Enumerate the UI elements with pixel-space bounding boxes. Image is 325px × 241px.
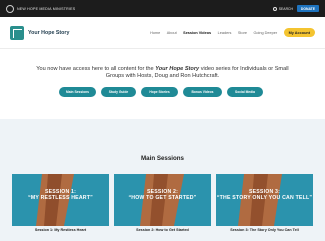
session-1-title: SESSION 1: “MY RESTLESS HEART” <box>12 189 109 202</box>
section-heading: Main Sessions <box>141 155 184 162</box>
my-account-button[interactable]: My Account <box>283 28 315 37</box>
study-guide-button[interactable]: Study Guide <box>101 87 136 97</box>
intro-text: You now have access here to all content … <box>30 66 295 81</box>
nav-item-store[interactable]: Store <box>238 31 247 35</box>
session-2-thumbnail[interactable]: SESSION 2: “HOW TO GET STARTED” <box>114 174 211 226</box>
session-3-number: SESSION 3: <box>248 189 281 195</box>
search-label: SEARCH <box>278 6 293 11</box>
nav-item-leaders[interactable]: Leaders <box>218 31 232 35</box>
section-buttons: Main Sessions Study Guide Hope Stories B… <box>59 87 267 97</box>
intro-section: You now have access here to all content … <box>0 49 325 119</box>
utility-actions: SEARCH DONATE <box>272 5 319 12</box>
logo-circle-icon <box>6 4 14 13</box>
main-nav: Home About Session Videos Leaders Store … <box>150 28 315 37</box>
session-1-label[interactable]: Session 1: My Restless Heart <box>12 228 109 232</box>
hope-stories-button[interactable]: Hope Stories <box>141 87 178 97</box>
social-media-button[interactable]: Social Media <box>227 87 263 97</box>
org-logo[interactable]: NEW HOPE MEDIA MINISTRIES <box>6 4 76 13</box>
utility-bar: NEW HOPE MEDIA MINISTRIES SEARCH DONATE <box>0 0 325 17</box>
brand-logo-icon <box>10 25 24 40</box>
nav-item-home[interactable]: Home <box>150 31 160 35</box>
session-1-thumbnail[interactable]: SESSION 1: “MY RESTLESS HEART” <box>12 174 109 226</box>
series-name: Your Hope Story <box>155 66 200 72</box>
session-3-subtitle: “THE STORY ONLY YOU CAN TELL” <box>216 195 313 202</box>
search-icon <box>272 6 277 11</box>
session-2-subtitle: “HOW TO GET STARTED” <box>128 195 197 202</box>
session-2-number: SESSION 2: <box>146 189 179 195</box>
org-name: NEW HOPE MEDIA MINISTRIES <box>17 6 76 11</box>
session-2-label[interactable]: Session 2: How to Get Started <box>114 228 211 232</box>
donate-button[interactable]: DONATE <box>296 5 319 12</box>
session-2-title: SESSION 2: “HOW TO GET STARTED” <box>114 189 211 202</box>
intro-text-before: You now have access here to all content … <box>36 66 156 72</box>
nav-item-session-videos[interactable]: Session Videos <box>183 31 211 35</box>
search-link[interactable]: SEARCH <box>272 6 293 11</box>
session-1-subtitle: “MY RESTLESS HEART” <box>28 195 93 202</box>
brand-link[interactable]: Your Hope Story <box>10 25 70 40</box>
session-1-number: SESSION 1: <box>44 189 77 195</box>
main-sessions-section: Main Sessions SESSION 1: “MY RESTLESS HE… <box>0 119 325 241</box>
bonus-videos-button[interactable]: Bonus Videos <box>183 87 222 97</box>
session-3-title: SESSION 3: “THE STORY ONLY YOU CAN TELL” <box>216 189 313 202</box>
nav-item-going-deeper[interactable]: Going Deeper <box>253 31 277 35</box>
main-sessions-button[interactable]: Main Sessions <box>59 87 96 97</box>
session-3-thumbnail[interactable]: SESSION 3: “THE STORY ONLY YOU CAN TELL” <box>216 174 313 226</box>
session-3-label[interactable]: Session 3: The Story Only You Can Tell <box>216 228 313 232</box>
nav-item-about[interactable]: About <box>167 31 177 35</box>
brand-name: Your Hope Story <box>28 29 70 36</box>
site-header: Your Hope Story Home About Session Video… <box>0 17 325 49</box>
